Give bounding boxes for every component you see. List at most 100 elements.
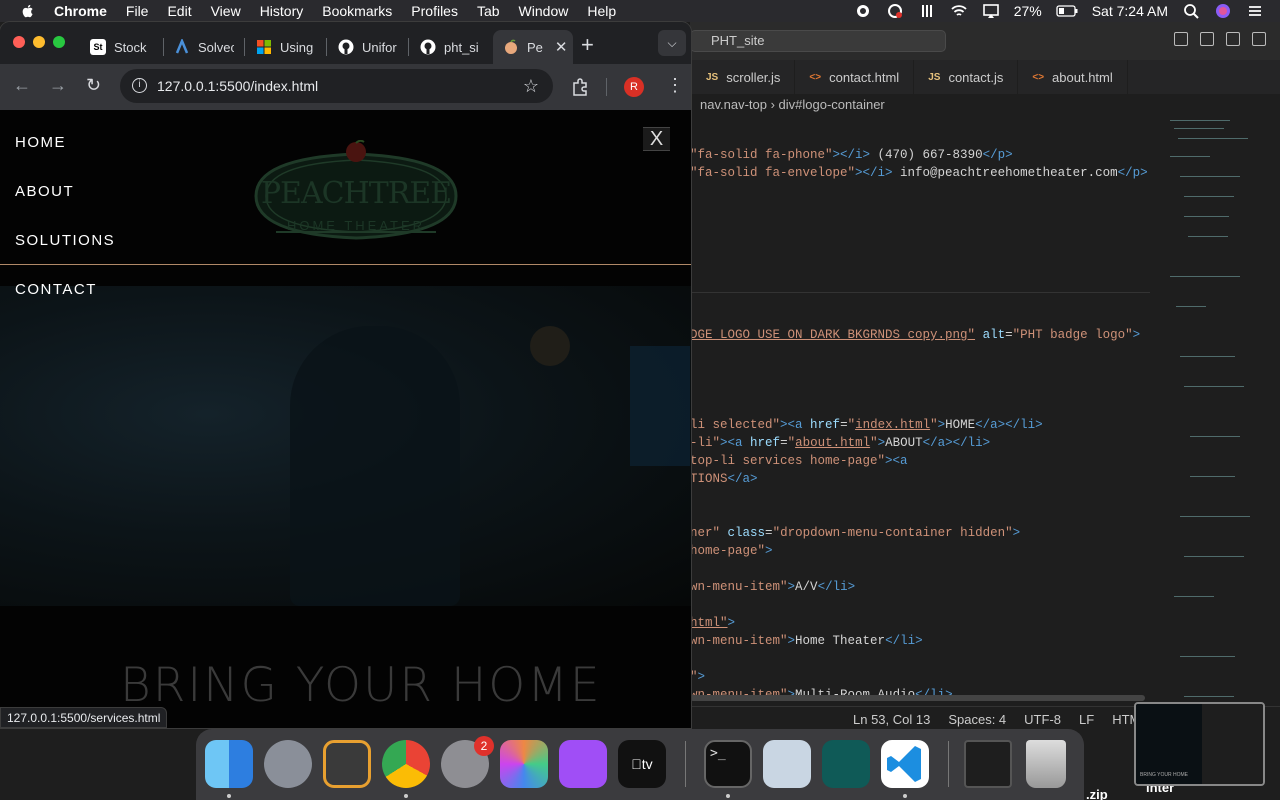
- screenshot-preview-thumbnail[interactable]: BRING YOUR HOME: [1134, 702, 1265, 786]
- breadcrumb-item[interactable]: nav.nav-top: [700, 97, 767, 112]
- editor-tab[interactable]: <> about.html: [1018, 60, 1128, 94]
- cursor-position[interactable]: Ln 53, Col 13: [853, 712, 930, 727]
- menu-help[interactable]: Help: [587, 3, 616, 19]
- browser-tab[interactable]: Using: [256, 30, 316, 64]
- back-arrow-icon[interactable]: ←: [13, 75, 31, 96]
- close-window-button[interactable]: [13, 36, 25, 48]
- chrome-window: St Stock Solvec Using Unifor pht_si Pe ✕…: [0, 22, 691, 728]
- code-editor[interactable]: "fa-solid fa-phone"></i> (470) 667-8390<…: [690, 116, 1150, 716]
- sync-icon[interactable]: [886, 3, 904, 19]
- nav-link-about[interactable]: ABOUT: [15, 183, 74, 200]
- forward-arrow-icon[interactable]: →: [49, 75, 67, 96]
- indentation-setting[interactable]: Spaces: 4: [948, 712, 1006, 727]
- js-file-icon: JS: [706, 71, 719, 83]
- editor-tab[interactable]: <> contact.html: [795, 60, 915, 94]
- vscode-window: PHT_site JS scroller.js <> contact.html JS…: [690, 22, 1280, 732]
- vscode-icon[interactable]: [881, 740, 929, 788]
- menu-app-name[interactable]: Chrome: [54, 3, 107, 19]
- browser-tab[interactable]: Solvec: [174, 30, 234, 64]
- editor-tab-label: scroller.js: [726, 69, 781, 85]
- terminal-icon[interactable]: >_: [704, 740, 752, 788]
- siri-icon[interactable]: [1214, 3, 1232, 19]
- editor-tab-label: contact.js: [948, 69, 1004, 85]
- url-text: 127.0.0.1:5500/index.html: [157, 78, 319, 94]
- desktop-file-label[interactable]: .zip: [1086, 787, 1108, 800]
- airplay-icon[interactable]: [982, 3, 1000, 19]
- html-file-icon: <>: [809, 71, 822, 83]
- editor-tab[interactable]: JS contact.js: [914, 60, 1019, 94]
- toggle-sidebar-icon[interactable]: [1174, 32, 1188, 46]
- breadcrumb: nav.nav-top › div#logo-container: [700, 97, 885, 112]
- menu-window[interactable]: Window: [519, 3, 569, 19]
- browser-tab[interactable]: pht_si: [420, 30, 482, 64]
- reload-icon[interactable]: ↻: [86, 75, 101, 96]
- menu-view[interactable]: View: [211, 3, 241, 19]
- horizontal-scrollbar[interactable]: [690, 695, 1145, 701]
- filmora-icon[interactable]: [822, 740, 870, 788]
- close-tab-icon[interactable]: ✕: [555, 38, 568, 56]
- menu-file[interactable]: File: [126, 3, 149, 19]
- browser-tab-active[interactable]: Pe ✕: [493, 30, 573, 64]
- running-indicator: [404, 794, 408, 798]
- wifi-icon[interactable]: [950, 3, 968, 19]
- keynote-icon[interactable]: [323, 740, 371, 788]
- address-bar[interactable]: i 127.0.0.1:5500/index.html ☆: [120, 69, 553, 103]
- code-line: html">: [690, 616, 736, 630]
- minimize-window-button[interactable]: [33, 36, 45, 48]
- running-indicator: [227, 794, 231, 798]
- tab-search-button[interactable]: ⌵: [658, 30, 686, 56]
- site-info-icon[interactable]: i: [132, 78, 147, 93]
- breadcrumb-item[interactable]: div#logo-container: [779, 97, 885, 112]
- customize-layout-icon[interactable]: [1252, 32, 1266, 46]
- launchpad-icon[interactable]: [264, 740, 312, 788]
- profile-avatar[interactable]: R: [624, 77, 644, 97]
- toggle-secondary-sidebar-icon[interactable]: [1226, 32, 1240, 46]
- zoom-window-button[interactable]: [53, 36, 65, 48]
- spotlight-search-icon[interactable]: [1182, 3, 1200, 19]
- apple-menu-icon[interactable]: [20, 3, 36, 19]
- menu-history[interactable]: History: [260, 3, 304, 19]
- menubar-clock[interactable]: Sat 7:24 AM: [1092, 3, 1168, 19]
- creative-cloud-icon[interactable]: [854, 3, 872, 19]
- editor-tab[interactable]: JS scroller.js: [690, 60, 796, 94]
- finder-icon[interactable]: [205, 740, 253, 788]
- vscode-command-search[interactable]: PHT_site: [690, 30, 946, 52]
- minimized-window-thumbnail[interactable]: [964, 740, 1012, 788]
- trash-icon[interactable]: [1026, 740, 1066, 788]
- nav-link-contact[interactable]: CONTACT: [15, 281, 97, 298]
- battery-icon[interactable]: [1056, 3, 1078, 19]
- nav-divider: [0, 264, 691, 265]
- menu-edit[interactable]: Edit: [167, 3, 191, 19]
- new-tab-icon[interactable]: +: [581, 32, 594, 58]
- code-minimap[interactable]: [1160, 116, 1260, 716]
- code-line: "fa-solid fa-phone"></i> (470) 667-8390<…: [690, 148, 1013, 162]
- end-of-line[interactable]: LF: [1079, 712, 1094, 727]
- nav-link-solutions[interactable]: SOLUTIONS: [15, 232, 115, 249]
- menu-bookmarks[interactable]: Bookmarks: [322, 3, 392, 19]
- podcasts-icon[interactable]: [559, 740, 607, 788]
- chrome-icon[interactable]: [382, 740, 430, 788]
- close-menu-button[interactable]: X: [643, 127, 670, 151]
- code-line: "fa-solid fa-envelope"></i> info@peachtr…: [690, 166, 1148, 180]
- toolbar-divider: [606, 78, 607, 96]
- preview-icon[interactable]: [763, 740, 811, 788]
- browser-tab[interactable]: Unifor: [338, 30, 398, 64]
- control-center-icon[interactable]: [1246, 3, 1264, 19]
- fork-knife-icon[interactable]: [918, 3, 936, 19]
- running-indicator: [726, 794, 730, 798]
- more-menu-icon[interactable]: ⋮: [666, 75, 684, 96]
- tab-divider: [408, 38, 409, 56]
- file-encoding[interactable]: UTF-8: [1024, 712, 1061, 727]
- menu-profiles[interactable]: Profiles: [411, 3, 458, 19]
- code-line: wn-menu-item">A/V</li>: [690, 580, 856, 594]
- apple-tv-icon[interactable]: tv: [618, 740, 666, 788]
- pixelmator-icon[interactable]: [500, 740, 548, 788]
- menu-tab[interactable]: Tab: [477, 3, 500, 19]
- bookmark-star-icon[interactable]: ☆: [523, 69, 539, 103]
- extensions-puzzle-icon[interactable]: [571, 78, 589, 96]
- nav-link-home[interactable]: HOME: [15, 134, 66, 151]
- browser-tab[interactable]: St Stock: [90, 30, 160, 64]
- editor-tab-label: about.html: [1052, 69, 1113, 85]
- code-line: wn-menu-item">Home Theater</li>: [690, 634, 923, 648]
- toggle-panel-icon[interactable]: [1200, 32, 1214, 46]
